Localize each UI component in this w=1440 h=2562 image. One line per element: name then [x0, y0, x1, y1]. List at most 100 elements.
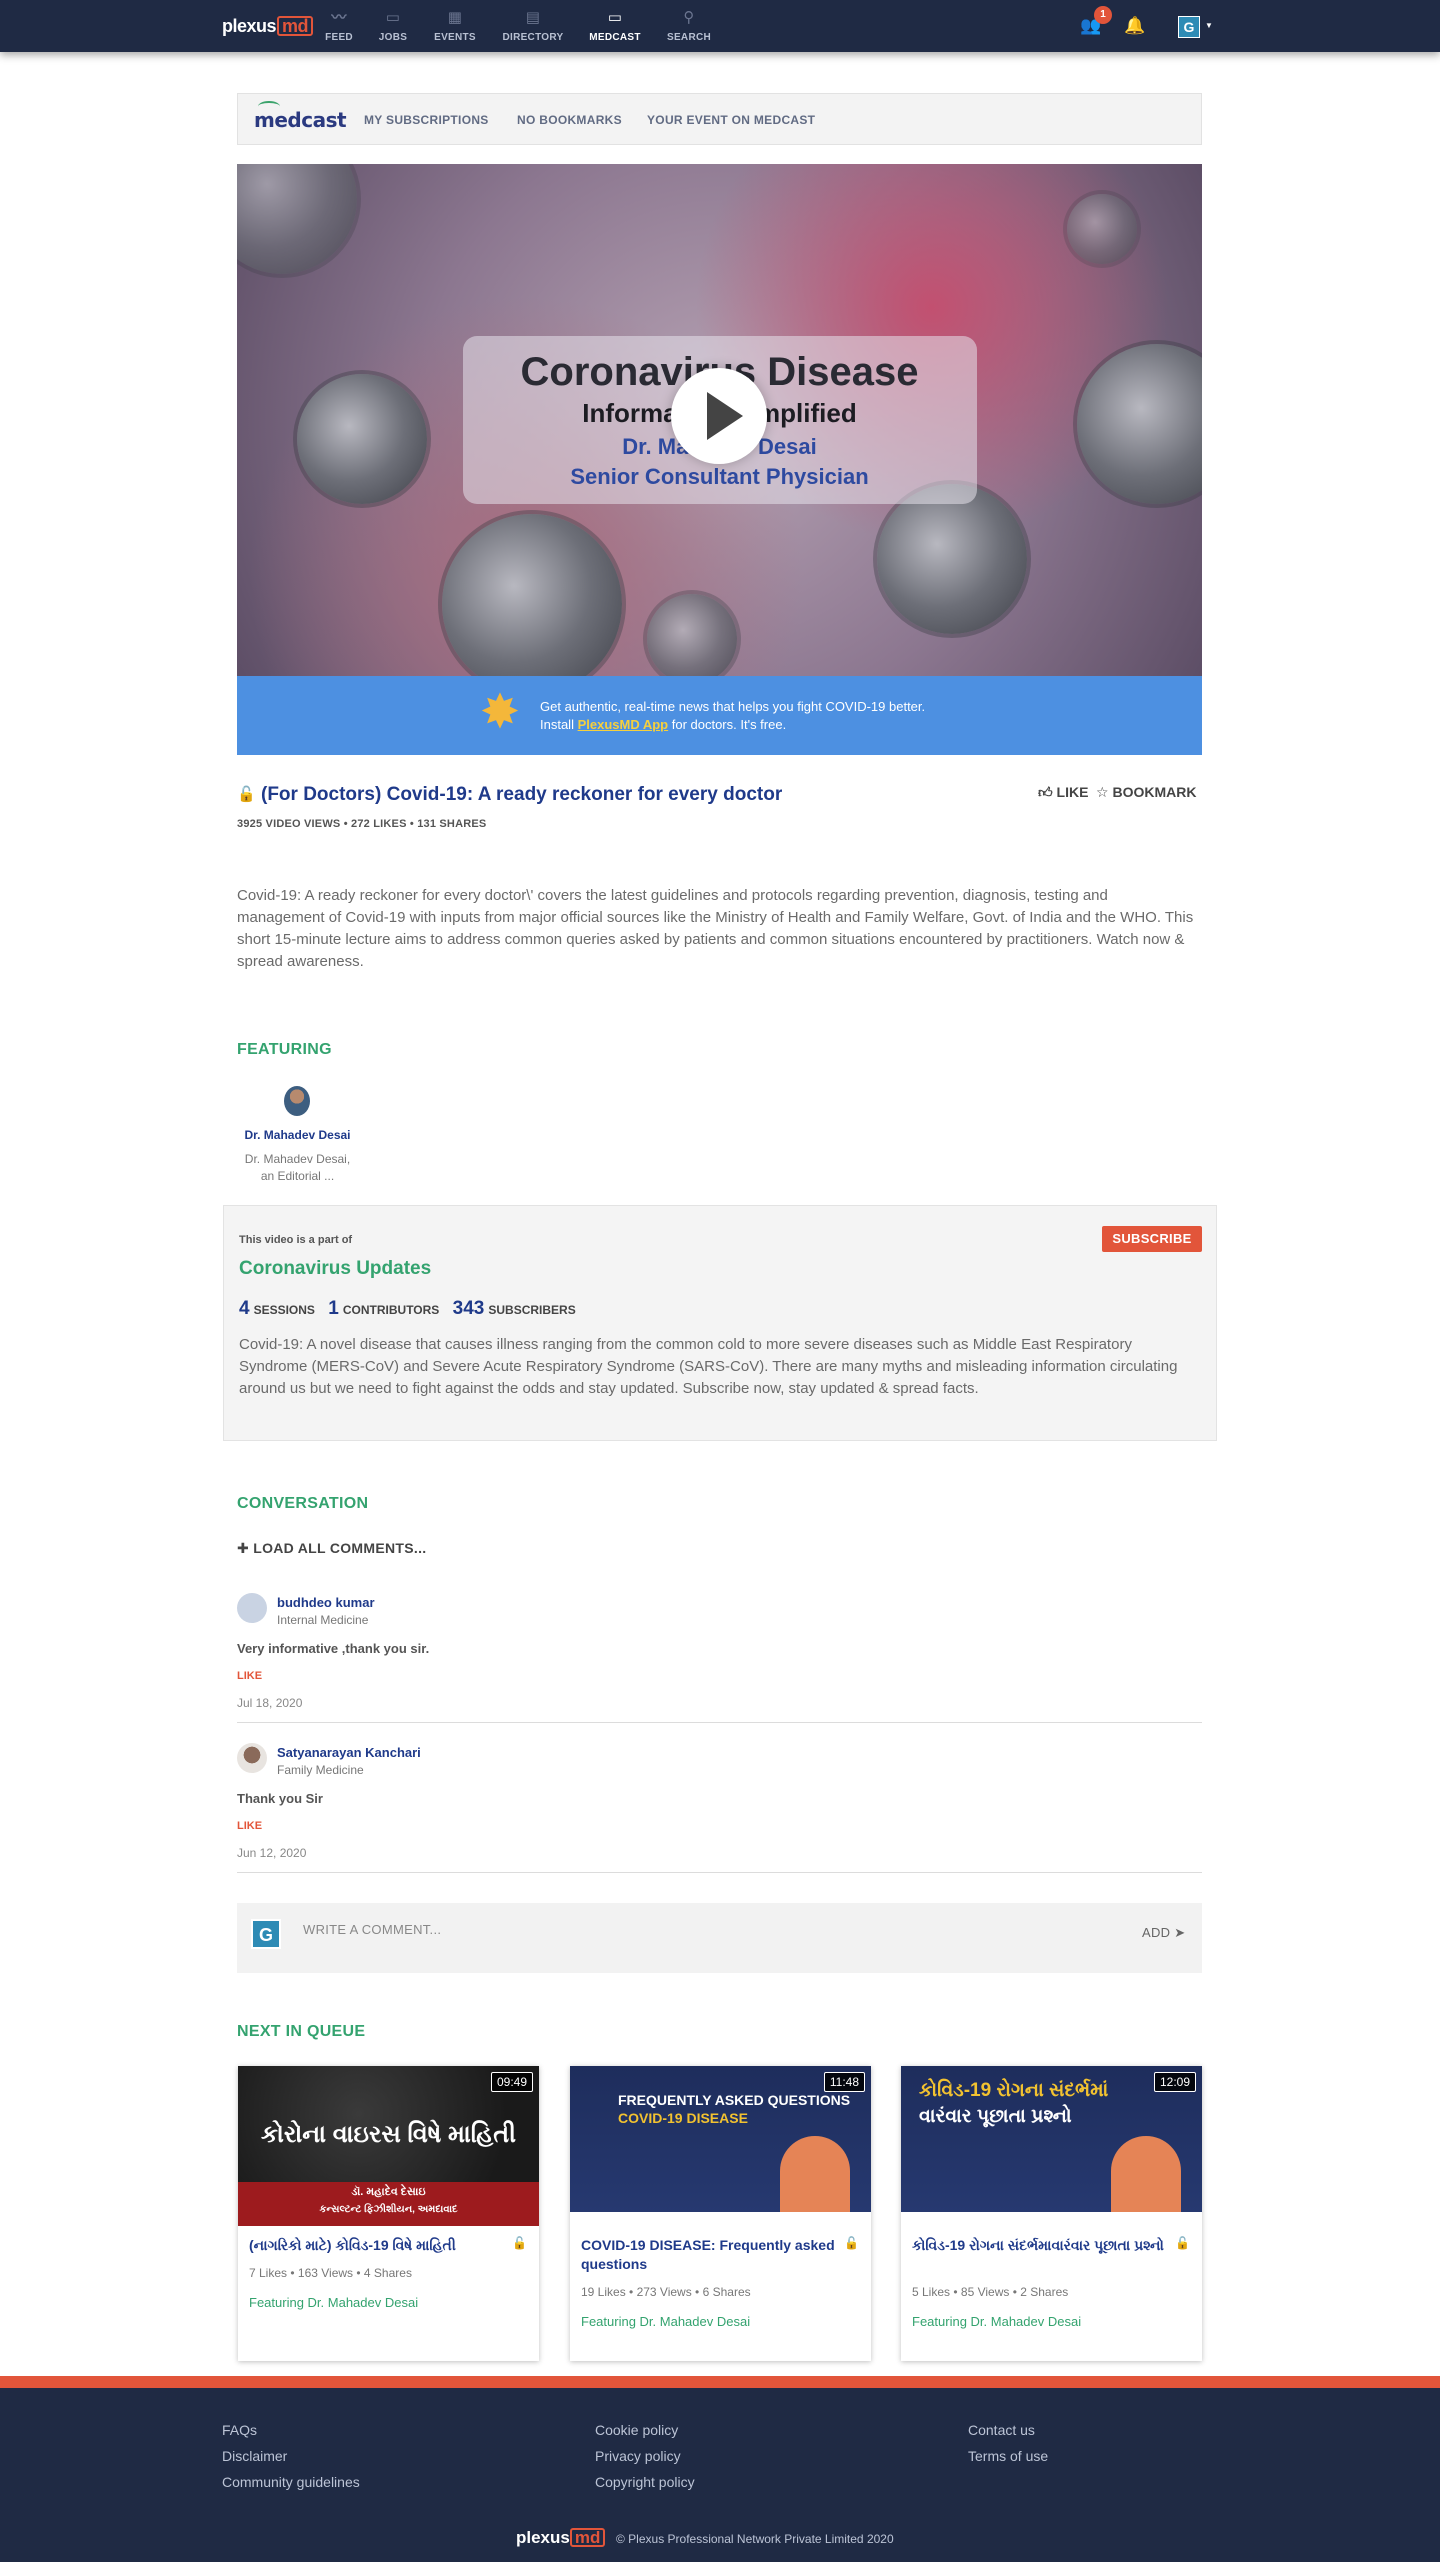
- nav-directory[interactable]: ▤ DIRECTORY: [498, 8, 568, 43]
- my-subscriptions-link[interactable]: MY SUBSCRIPTIONS: [364, 113, 489, 127]
- queue-card-title[interactable]: (નાગરિકો માટે) કોવિડ-19 વિષે માહિતી: [249, 2236, 504, 2255]
- terms-of-use-link[interactable]: Terms of use: [968, 2448, 1048, 2464]
- queue-card[interactable]: કોવિડ-19 રોગના સંદર્ભમાં વારંવાર પૂછાતા …: [901, 2066, 1202, 2361]
- comment-input[interactable]: WRITE A COMMENT...: [303, 1922, 441, 1937]
- commenter-avatar[interactable]: [237, 1593, 267, 1623]
- queue-card[interactable]: કોરોના વાઇરસ વિષે માહિતી ડૉ. મહાદેવ દેસા…: [238, 2066, 539, 2361]
- virus-graphic: [1067, 194, 1137, 264]
- nav-search-label: SEARCH: [666, 32, 712, 43]
- duration-badge: 09:49: [490, 2072, 533, 2092]
- thumb-title: કોરોના વાઇરસ વિષે માહિતી: [260, 2121, 517, 2148]
- like-label: LIKE: [1056, 784, 1089, 800]
- plexusmd-logo[interactable]: plexus md: [222, 16, 314, 37]
- banner-text: Get authentic, real-time news that helps…: [540, 698, 925, 734]
- virus-graphic: [877, 484, 1027, 634]
- chevron-down-icon[interactable]: ▼: [1205, 21, 1213, 30]
- unlock-icon: 🔓: [1175, 2236, 1190, 2250]
- nav-events[interactable]: ▦ EVENTS: [420, 8, 490, 43]
- bell-icon[interactable]: 🔔: [1124, 16, 1145, 36]
- contact-us-link[interactable]: Contact us: [968, 2422, 1035, 2438]
- bookmark-button[interactable]: ☆ BOOKMARK: [1096, 784, 1196, 801]
- series-title[interactable]: Coronavirus Updates: [239, 1258, 431, 1280]
- commenter-avatar[interactable]: [237, 1743, 267, 1773]
- bookmarks-link[interactable]: NO BOOKMARKS: [517, 113, 622, 127]
- queue-thumbnail[interactable]: FREQUENTLY ASKED QUESTIONS COVID-19 DISE…: [570, 2066, 871, 2226]
- virus-graphic: [442, 514, 622, 676]
- illustration-person: [1111, 2136, 1181, 2216]
- comment-like-button[interactable]: LIKE: [237, 1670, 262, 1682]
- privacy-policy-link[interactable]: Privacy policy: [595, 2448, 681, 2464]
- medcast-subnav: medcast MY SUBSCRIPTIONS NO BOOKMARKS YO…: [237, 93, 1202, 145]
- copyright-policy-link[interactable]: Copyright policy: [595, 2474, 695, 2490]
- app-promo-banner: ✸ Get authentic, real-time news that hel…: [237, 676, 1202, 755]
- comment-item: Satyanarayan Kanchari Family Medicine Th…: [237, 1743, 1202, 1873]
- plus-icon: ✚: [237, 1540, 250, 1556]
- thumb-sub2: કન્સલ્ટન્ટ ફિઝીશીયન, અમદાવાદ: [319, 2204, 458, 2215]
- queue-thumbnail[interactable]: કોરોના વાઇરસ વિષે માહિતી ડૉ. મહાદેવ દેસા…: [238, 2066, 539, 2226]
- series-counts: 4 SESSIONS 1 CONTRIBUTORS 343 SUBSCRIBERS: [239, 1298, 586, 1320]
- thumb-sub1: COVID-19 DISEASE: [618, 2110, 748, 2126]
- commenter-name[interactable]: Satyanarayan Kanchari: [277, 1745, 421, 1760]
- add-comment-button[interactable]: ADD ➤: [1142, 1925, 1185, 1941]
- subscribers-label: SUBSCRIBERS: [488, 1303, 576, 1317]
- nav-feed-label: FEED: [325, 32, 353, 43]
- comment-text: Very informative ,thank you sir.: [237, 1641, 430, 1656]
- comment-composer: G WRITE A COMMENT... ADD ➤: [237, 1903, 1202, 1973]
- directory-icon: ▤: [525, 9, 541, 26]
- user-avatar[interactable]: G: [1178, 16, 1200, 38]
- load-all-comments-button[interactable]: ✚ LOAD ALL COMMENTS...: [237, 1540, 426, 1557]
- bookmark-label: BOOKMARK: [1112, 784, 1197, 800]
- plexusmd-app-link[interactable]: PlexusMD App: [578, 717, 669, 732]
- unlock-icon: 🔓: [237, 786, 256, 803]
- series-part-of: This video is a part of: [239, 1234, 353, 1246]
- contributors-count: 1: [328, 1298, 339, 1319]
- star-icon: ☆: [1096, 784, 1109, 800]
- queue-card-featuring[interactable]: Featuring Dr. Mahadev Desai: [581, 2314, 750, 2329]
- comment-like-button[interactable]: LIKE: [237, 1820, 262, 1832]
- subscribe-button[interactable]: SUBSCRIBE: [1102, 1226, 1202, 1252]
- queue-card[interactable]: FREQUENTLY ASKED QUESTIONS COVID-19 DISE…: [570, 2066, 871, 2361]
- video-player[interactable]: Coronavirus Disease Information Simplifi…: [237, 164, 1202, 676]
- events-icon: ▦: [447, 9, 463, 26]
- queue-card-title[interactable]: કોવિડ-19 રોગના સંદર્ભમાવારંવાર પૂછાતા પ્…: [912, 2236, 1167, 2255]
- disclaimer-link[interactable]: Disclaimer: [222, 2448, 287, 2464]
- queue-thumbnail[interactable]: કોવિડ-19 રોગના સંદર્ભમાં વારંવાર પૂછાતા …: [901, 2066, 1202, 2226]
- nav-jobs[interactable]: ▭ JOBS: [358, 8, 428, 43]
- nav-search[interactable]: ⚲ SEARCH: [654, 8, 724, 43]
- like-button[interactable]: 👍︎ LIKE: [1038, 784, 1088, 801]
- comment-date: Jun 12, 2020: [237, 1846, 307, 1860]
- nav-events-label: EVENTS: [434, 32, 476, 43]
- queue-card-title[interactable]: COVID-19 DISEASE: Frequently asked quest…: [581, 2236, 836, 2274]
- copyright-text: © Plexus Professional Network Private Li…: [616, 2532, 894, 2546]
- play-button[interactable]: [671, 368, 767, 464]
- thumb-sub1: વારંવાર પૂછાતા પ્રશ્નો: [919, 2106, 1072, 2127]
- medcast-icon: ▭: [607, 9, 623, 26]
- subscribers-count: 343: [452, 1298, 485, 1319]
- cookie-policy-link[interactable]: Cookie policy: [595, 2422, 678, 2438]
- featured-desc-line2: an Editorial ...: [260, 1169, 335, 1183]
- queue-card-featuring[interactable]: Featuring Dr. Mahadev Desai: [912, 2314, 1081, 2329]
- series-description: Covid-19: A novel disease that causes il…: [239, 1336, 1178, 1397]
- featured-doctor-avatar[interactable]: [284, 1086, 310, 1116]
- nav-medcast[interactable]: ▭ MEDCAST: [580, 8, 650, 43]
- nav-directory-label: DIRECTORY: [502, 32, 564, 43]
- faqs-link[interactable]: FAQs: [222, 2422, 257, 2438]
- composer-avatar: G: [251, 1919, 281, 1949]
- series-box: This video is a part of Coronavirus Upda…: [223, 1205, 1217, 1441]
- duration-badge: 12:09: [1153, 2072, 1196, 2092]
- featured-doctor-name[interactable]: Dr. Mahadev Desai: [230, 1128, 365, 1142]
- nav-medcast-label: MEDCAST: [589, 32, 641, 43]
- commenter-specialty: Internal Medicine: [277, 1613, 369, 1627]
- footer-logo[interactable]: plexus md: [516, 2528, 606, 2548]
- your-event-link[interactable]: YOUR EVENT ON MEDCAST: [647, 113, 815, 127]
- queue-card-featuring[interactable]: Featuring Dr. Mahadev Desai: [249, 2295, 418, 2310]
- nav-jobs-label: JOBS: [378, 32, 408, 43]
- virus-graphic: [647, 594, 737, 676]
- community-guidelines-link[interactable]: Community guidelines: [222, 2474, 360, 2490]
- illustration-person: [780, 2136, 850, 2216]
- commenter-name[interactable]: budhdeo kumar: [277, 1595, 375, 1610]
- notification-badge: 1: [1094, 6, 1112, 24]
- medcast-logo[interactable]: medcast: [254, 101, 347, 132]
- banner-line1: Get authentic, real-time news that helps…: [540, 699, 926, 714]
- search-icon: ⚲: [683, 9, 695, 26]
